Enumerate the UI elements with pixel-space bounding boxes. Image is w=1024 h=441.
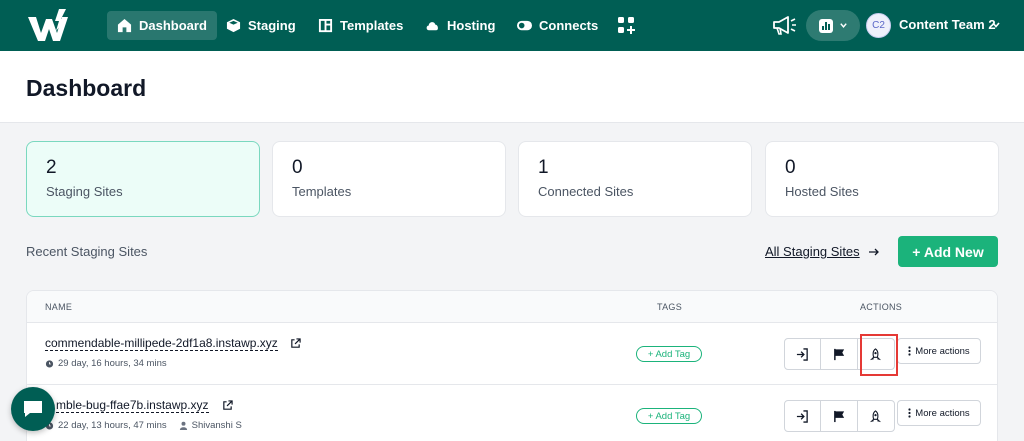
stat-card-connected[interactable]: 1 Connected Sites xyxy=(518,141,752,217)
site-meta: 29 day, 16 hours, 34 mins xyxy=(45,358,167,369)
staging-sites-table: NAME TAGS ACTIONS commendable-millipede-… xyxy=(26,290,998,441)
login-button[interactable] xyxy=(785,339,822,369)
analytics-dropdown[interactable] xyxy=(806,10,860,41)
megaphone-icon[interactable] xyxy=(771,14,797,36)
all-staging-sites-label: All Staging Sites xyxy=(765,244,860,259)
stat-label: Hosted Sites xyxy=(785,184,859,199)
stat-card-staging[interactable]: 2 Staging Sites xyxy=(26,141,260,217)
site-name-link[interactable]: mble-bug-ffae7b.instawp.xyz xyxy=(56,398,209,413)
alarm-clock-icon xyxy=(45,360,54,368)
all-staging-sites-link[interactable]: All Staging Sites xyxy=(765,244,880,259)
stat-label: Connected Sites xyxy=(538,184,634,199)
more-vertical-icon xyxy=(908,408,911,418)
page-title: Dashboard xyxy=(26,75,147,101)
flag-button[interactable] xyxy=(821,401,858,431)
template-icon xyxy=(318,18,333,33)
chat-widget-button[interactable] xyxy=(11,387,55,431)
login-button[interactable] xyxy=(785,401,822,431)
deploy-button[interactable] xyxy=(858,401,894,431)
nav-staging-label: Staging xyxy=(248,18,296,33)
rocket-icon xyxy=(870,409,882,422)
recent-staging-label: Recent Staging Sites xyxy=(26,244,148,259)
nav-hosting-label: Hosting xyxy=(447,18,496,33)
page-header: Dashboard xyxy=(0,51,1024,123)
stat-value: 1 xyxy=(538,157,549,178)
nav-connects[interactable]: Connects xyxy=(507,11,608,40)
login-icon xyxy=(797,347,808,361)
external-link-icon[interactable] xyxy=(222,400,233,411)
apps-grid-icon[interactable] xyxy=(617,16,635,34)
more-actions-label: More actions xyxy=(915,407,970,419)
stat-label: Templates xyxy=(292,184,352,199)
column-header-tags: TAGS xyxy=(657,302,683,312)
stat-value: 2 xyxy=(46,157,57,178)
cloud-icon xyxy=(426,22,438,31)
instawp-logo[interactable] xyxy=(26,9,70,43)
nav-dashboard[interactable]: Dashboard xyxy=(107,11,217,40)
more-actions-button[interactable]: More actions xyxy=(897,400,981,426)
site-owner: Shivanshi S xyxy=(191,420,242,431)
nav-staging[interactable]: Staging xyxy=(216,11,306,40)
chat-icon xyxy=(24,401,42,417)
chevron-down-icon xyxy=(839,23,847,28)
team-chevron-down-icon[interactable] xyxy=(991,20,1001,30)
site-age: 29 day, 16 hours, 34 mins xyxy=(58,358,167,369)
more-vertical-icon xyxy=(908,346,911,356)
table-header: NAME TAGS ACTIONS xyxy=(27,291,997,323)
stat-value: 0 xyxy=(292,157,303,178)
site-meta: 22 day, 13 hours, 47 mins Shivanshi S xyxy=(45,420,242,431)
toggle-icon xyxy=(517,20,532,31)
column-header-name: NAME xyxy=(45,302,73,312)
user-icon xyxy=(179,421,187,430)
top-navigation: Dashboard Staging Templates Hosting Conn… xyxy=(0,0,1024,51)
stat-label: Staging Sites xyxy=(46,184,123,199)
site-age: 22 day, 13 hours, 47 mins xyxy=(58,420,167,431)
arrow-right-icon xyxy=(868,248,879,255)
row-actions xyxy=(784,400,895,432)
add-new-button[interactable]: + Add New xyxy=(898,236,998,267)
team-name[interactable]: Content Team 2 xyxy=(899,17,996,32)
nav-dashboard-label: Dashboard xyxy=(139,18,207,33)
cube-icon xyxy=(226,18,241,33)
flag-icon xyxy=(833,410,844,422)
flag-icon xyxy=(833,348,844,360)
nav-templates-label: Templates xyxy=(340,18,404,33)
nav-templates[interactable]: Templates xyxy=(308,11,413,40)
site-name-link[interactable]: commendable-millipede-2df1a8.instawp.xyz xyxy=(45,336,278,351)
nav-hosting[interactable]: Hosting xyxy=(415,11,505,40)
add-tag-button[interactable]: + Add Tag xyxy=(636,408,702,424)
chart-icon xyxy=(818,18,833,33)
highlight-box xyxy=(860,334,898,376)
more-actions-label: More actions xyxy=(915,345,970,357)
stat-card-hosted[interactable]: 0 Hosted Sites xyxy=(765,141,999,217)
table-row: commendable-millipede-2df1a8.instawp.xyz… xyxy=(27,323,997,385)
table-row: mble-bug-ffae7b.instawp.xyz 22 day, 13 h… xyxy=(27,385,997,441)
home-icon xyxy=(117,18,132,33)
more-actions-button[interactable]: More actions xyxy=(897,338,981,364)
stat-card-templates[interactable]: 0 Templates xyxy=(272,141,506,217)
login-icon xyxy=(797,409,808,423)
stat-value: 0 xyxy=(785,157,796,178)
flag-button[interactable] xyxy=(821,339,858,369)
external-link-icon[interactable] xyxy=(290,338,301,349)
nav-connects-label: Connects xyxy=(539,18,599,33)
add-tag-button[interactable]: + Add Tag xyxy=(636,346,702,362)
team-avatar[interactable]: C2 xyxy=(866,13,891,38)
column-header-actions: ACTIONS xyxy=(860,302,903,312)
